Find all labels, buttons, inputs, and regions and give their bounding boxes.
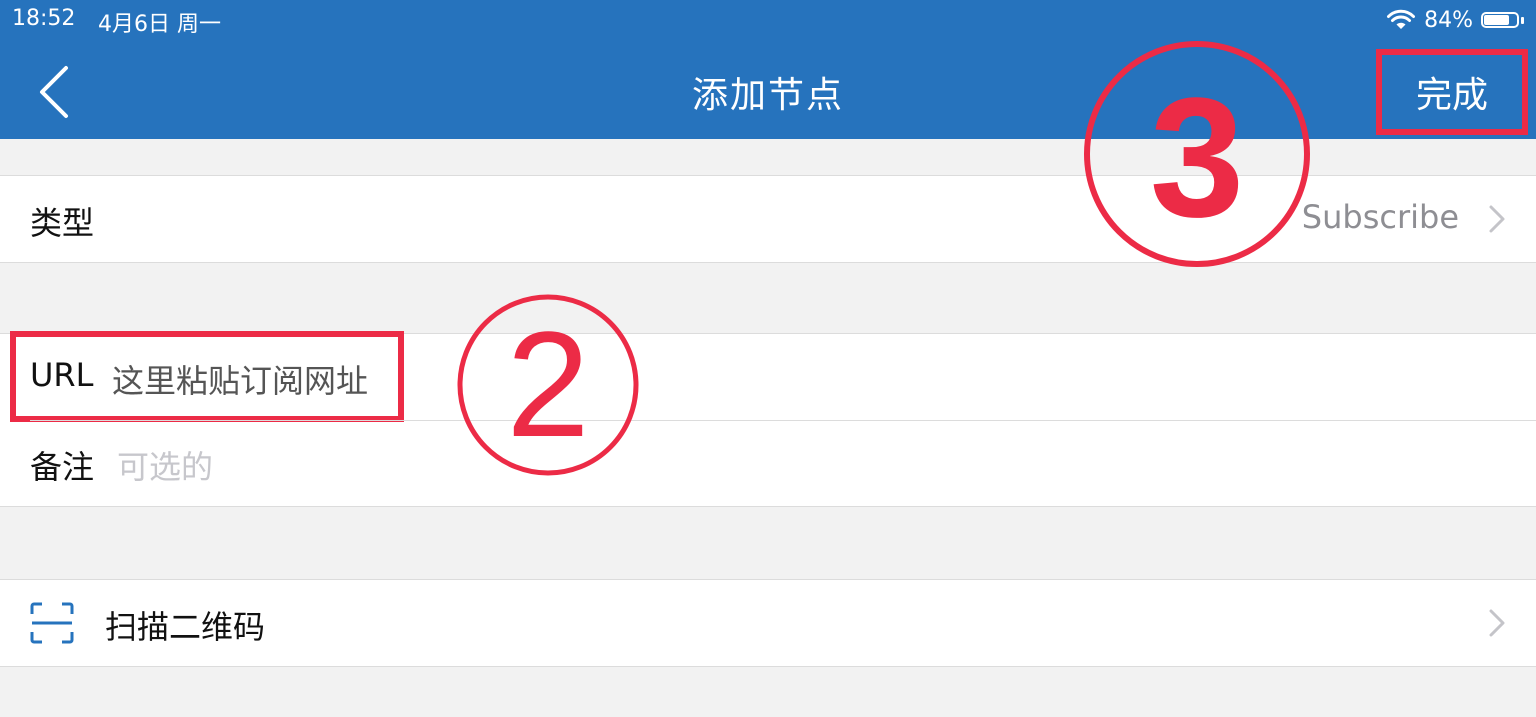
status-time: 18:52 xyxy=(12,6,76,31)
done-button[interactable]: 完成 xyxy=(1376,49,1528,135)
scan-section: 扫描二维码 xyxy=(0,579,1536,667)
status-date: 4月6日 周一 xyxy=(98,12,221,37)
scan-qr-label: 扫描二维码 xyxy=(105,608,266,646)
battery-percentage: 84% xyxy=(1424,7,1473,33)
done-button-label: 完成 xyxy=(1415,75,1488,116)
chevron-right-icon xyxy=(1489,205,1505,233)
note-input[interactable]: 可选的 xyxy=(117,442,213,488)
url-input[interactable]: 这里粘贴订阅网址 xyxy=(112,356,368,402)
battery-icon xyxy=(1481,12,1519,28)
step-2-number: 2 xyxy=(506,300,589,468)
chevron-right-icon xyxy=(1489,609,1505,637)
type-value: Subscribe xyxy=(1301,198,1459,236)
wifi-icon xyxy=(1387,9,1416,29)
url-label: URL xyxy=(30,356,94,394)
url-row[interactable]: URL 这里粘贴订阅网址 xyxy=(0,331,1536,422)
note-label: 备注 xyxy=(30,448,95,486)
battery-tip xyxy=(1521,16,1524,24)
type-label: 类型 xyxy=(30,204,95,242)
step-2-annotation: 2 xyxy=(457,294,639,476)
note-row[interactable]: 备注 可选的 xyxy=(0,420,1536,506)
scan-qr-row[interactable]: 扫描二维码 xyxy=(0,580,1536,666)
step-3-annotation: 3 xyxy=(1084,41,1310,267)
url-section: URL 这里粘贴订阅网址 备注 可选的 xyxy=(0,331,1536,507)
battery-fill xyxy=(1484,15,1510,25)
status-indicators: 84% xyxy=(1386,6,1524,34)
step-3-number: 3 xyxy=(1150,63,1245,253)
qr-scan-icon xyxy=(30,602,74,644)
